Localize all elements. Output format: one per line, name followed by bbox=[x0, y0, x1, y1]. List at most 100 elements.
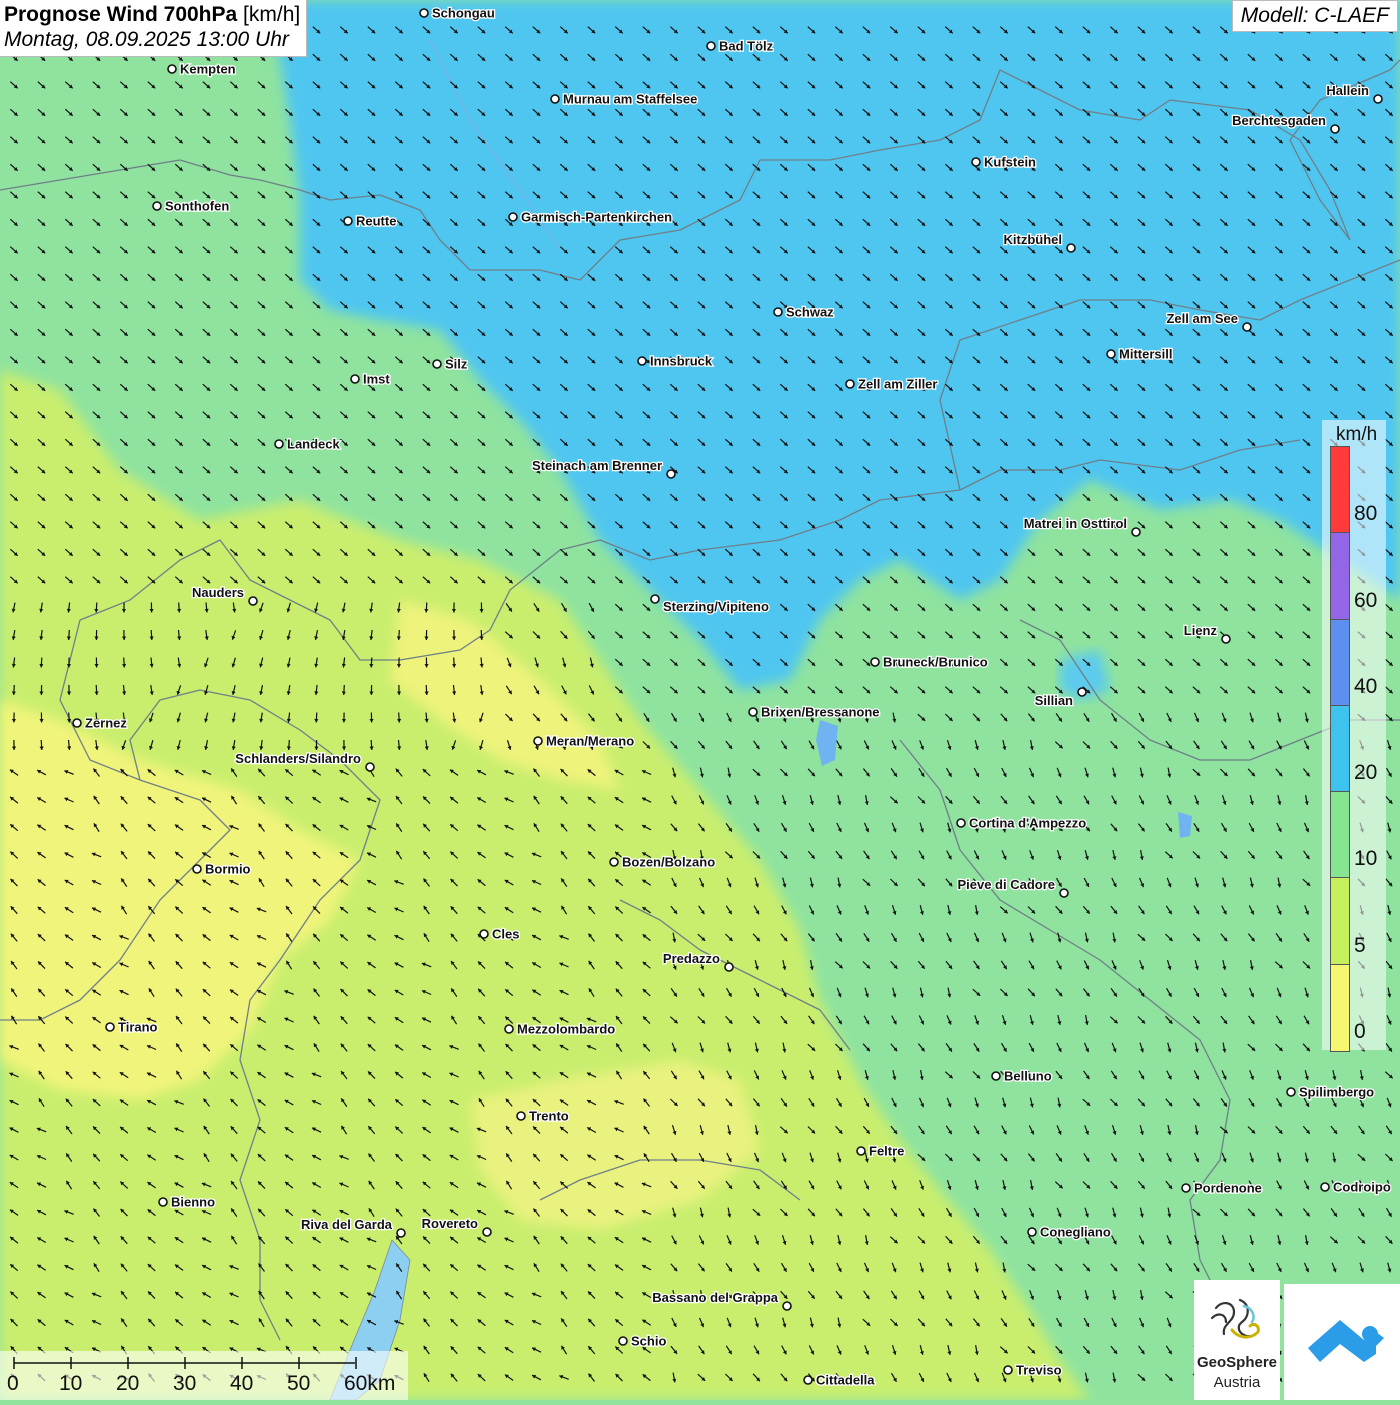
scale-label: 50 bbox=[287, 1372, 310, 1396]
city-label: Belluno bbox=[1004, 1069, 1052, 1084]
city-label: Innsbruck bbox=[650, 354, 713, 369]
legend-label: 20 bbox=[1354, 761, 1377, 785]
city-dot bbox=[168, 65, 176, 73]
city-label: Reutte bbox=[356, 214, 396, 229]
city-label: Mezzolombardo bbox=[517, 1022, 615, 1037]
scale-label: 20 bbox=[116, 1372, 139, 1396]
city-dot bbox=[551, 95, 559, 103]
city-label: Brixen/Bressanone bbox=[761, 705, 880, 720]
city-label: Bozen/Bolzano bbox=[622, 855, 715, 870]
city-label: Kempten bbox=[180, 62, 236, 77]
city-dot bbox=[610, 858, 618, 866]
city-dot bbox=[420, 9, 428, 17]
city-dot bbox=[1078, 688, 1086, 696]
city-label: Lienz bbox=[1184, 623, 1218, 638]
city-dot bbox=[73, 719, 81, 727]
city-marker: Garmisch-Partenkirchen bbox=[509, 210, 672, 225]
city-label: Schlanders/Silandro bbox=[235, 751, 361, 766]
city-dot bbox=[804, 1376, 812, 1384]
city-marker: Brixen/Bressanone bbox=[749, 705, 880, 720]
city-dot bbox=[1243, 323, 1251, 331]
city-marker: Spilimbergo bbox=[1287, 1085, 1374, 1100]
city-dot bbox=[106, 1023, 114, 1031]
city-marker: Conegliano bbox=[1028, 1225, 1111, 1240]
city-dot bbox=[193, 865, 201, 873]
city-label: Matrei in Osttirol bbox=[1024, 516, 1127, 531]
city-dot bbox=[275, 440, 283, 448]
legend-label: 60 bbox=[1354, 589, 1377, 613]
city-label: Feltre bbox=[869, 1144, 904, 1159]
city-label: Meran/Merano bbox=[546, 734, 634, 749]
city-dot bbox=[651, 595, 659, 603]
city-label: Schio bbox=[631, 1334, 666, 1349]
city-marker: Sonthofen bbox=[153, 199, 229, 214]
city-dot bbox=[1182, 1184, 1190, 1192]
wind-app-icon bbox=[1284, 1284, 1400, 1400]
city-marker: Schongau bbox=[420, 6, 495, 21]
map-title-unit: [km/h] bbox=[243, 3, 300, 26]
legend-label: 10 bbox=[1354, 847, 1377, 871]
legend-segment bbox=[1331, 706, 1349, 792]
legend-label: 40 bbox=[1354, 675, 1377, 699]
city-label: Zell am Ziller bbox=[858, 377, 937, 392]
city-label: Trento bbox=[529, 1109, 569, 1124]
city-dot bbox=[1321, 1183, 1329, 1191]
city-label: Bormio bbox=[205, 862, 251, 877]
city-marker: Meran/Merano bbox=[534, 734, 634, 749]
city-label: Kufstein bbox=[984, 155, 1036, 170]
city-label: Zell am See bbox=[1166, 311, 1238, 326]
city-dot bbox=[397, 1229, 405, 1237]
city-label: Codroipo bbox=[1333, 1180, 1391, 1195]
legend-segment bbox=[1331, 620, 1349, 706]
legend-label: 80 bbox=[1354, 502, 1377, 526]
city-dot bbox=[153, 202, 161, 210]
geosphere-name: GeoSphere bbox=[1194, 1354, 1280, 1371]
city-dot bbox=[366, 763, 374, 771]
city-dot bbox=[1331, 125, 1339, 133]
legend-segment bbox=[1331, 792, 1349, 878]
city-marker: Pordenone bbox=[1182, 1181, 1262, 1196]
city-label: Bassano del Grappa bbox=[652, 1290, 778, 1305]
scale-label: 10 bbox=[59, 1372, 82, 1396]
city-dot bbox=[480, 930, 488, 938]
city-label: Spilimbergo bbox=[1299, 1085, 1374, 1100]
city-marker: Zell am Ziller bbox=[846, 377, 937, 392]
city-dot bbox=[871, 658, 879, 666]
city-dot bbox=[774, 308, 782, 316]
legend-label: 5 bbox=[1354, 934, 1366, 958]
legend-segment bbox=[1331, 878, 1349, 964]
city-label: Conegliano bbox=[1040, 1225, 1111, 1240]
geosphere-country: Austria bbox=[1194, 1374, 1280, 1391]
city-label: Bruneck/Brunico bbox=[883, 655, 988, 670]
city-label: Mittersill bbox=[1119, 347, 1172, 362]
city-marker: Mezzolombardo bbox=[505, 1022, 615, 1037]
city-label: Cortina d'Ampezzo bbox=[969, 816, 1086, 831]
city-label: Schwaz bbox=[786, 305, 834, 320]
city-label: Murnau am Staffelsee bbox=[563, 92, 697, 107]
city-label: Zernez bbox=[85, 716, 127, 731]
city-marker: Bozen/Bolzano bbox=[610, 855, 715, 870]
city-dot bbox=[992, 1072, 1000, 1080]
model-label: Modell: C-LAEF bbox=[1232, 0, 1398, 32]
city-dot bbox=[1374, 95, 1382, 103]
city-label: Cittadella bbox=[816, 1373, 875, 1388]
city-dot bbox=[857, 1147, 865, 1155]
city-label: Bienno bbox=[171, 1195, 215, 1210]
city-dot bbox=[749, 708, 757, 716]
city-label: Sterzing/Vipiteno bbox=[663, 599, 769, 614]
city-dot bbox=[846, 380, 854, 388]
city-label: Rovereto bbox=[422, 1216, 478, 1231]
scale-label: 40 bbox=[230, 1372, 253, 1396]
city-label: Sillian bbox=[1035, 693, 1073, 708]
geosphere-logo: GeoSphere Austria bbox=[1194, 1280, 1280, 1400]
city-dot bbox=[1222, 635, 1230, 643]
city-dot bbox=[638, 357, 646, 365]
city-dot bbox=[1107, 350, 1115, 358]
city-label: Pieve di Cadore bbox=[957, 877, 1055, 892]
wind-map: SchongauBad TölzKemptenMurnau am Staffel… bbox=[0, 0, 1400, 1400]
city-dot bbox=[344, 217, 352, 225]
city-dot bbox=[1004, 1366, 1012, 1374]
city-dot bbox=[972, 158, 980, 166]
city-dot bbox=[667, 470, 675, 478]
city-dot bbox=[509, 213, 517, 221]
